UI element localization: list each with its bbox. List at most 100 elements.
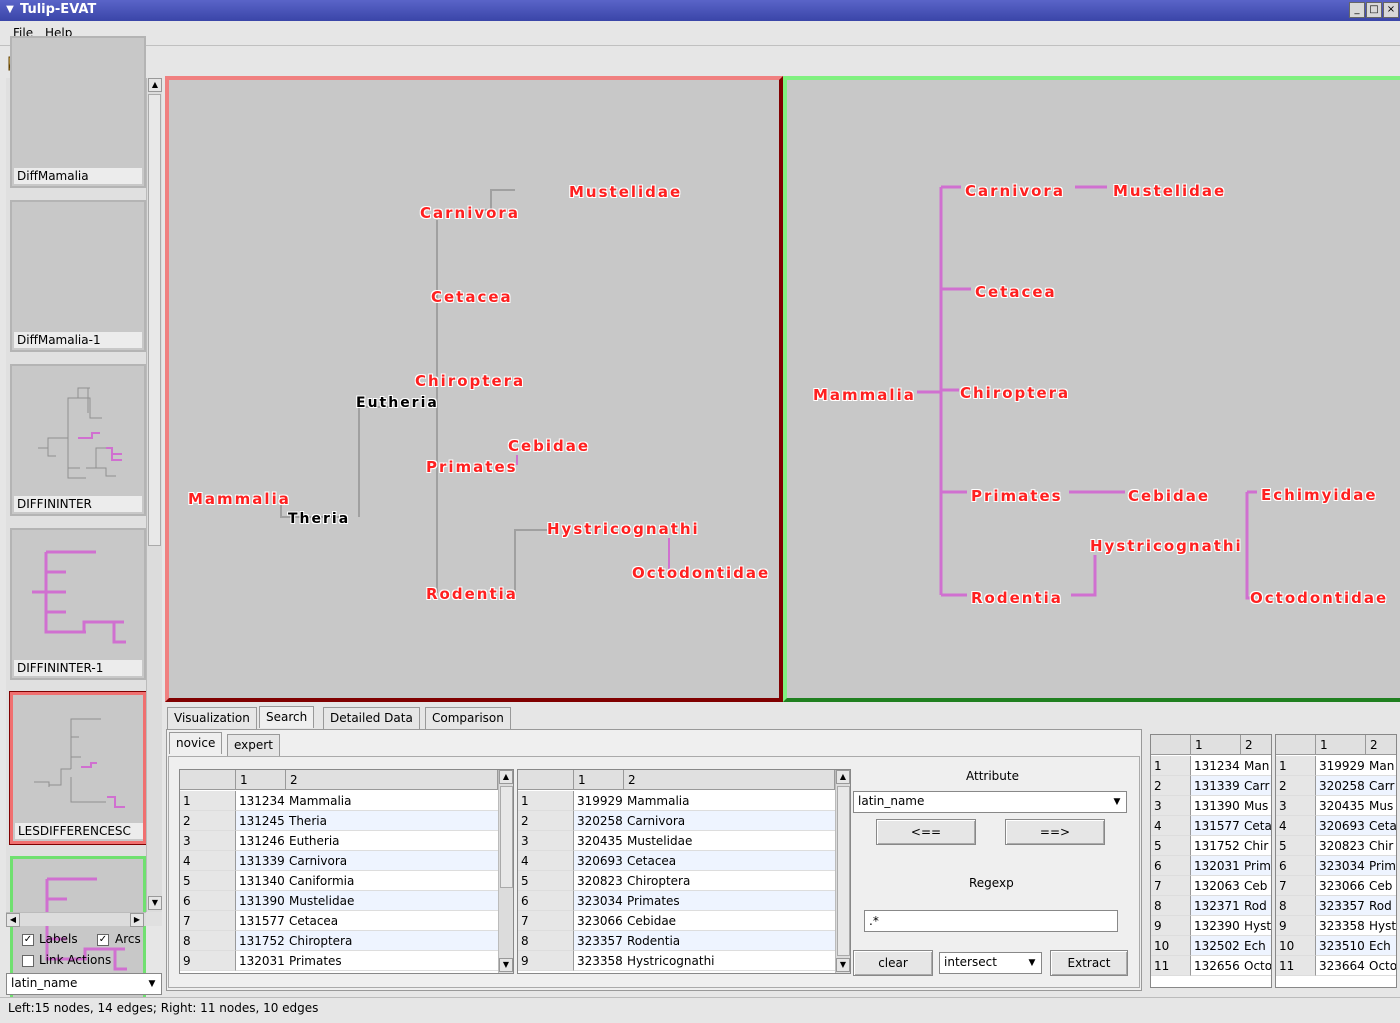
search-table-left[interactable]: 1 2 1 131234 Mammalia 2 131245 Theria 3 131246 E… bbox=[179, 769, 514, 974]
table-row[interactable]: 9 132390 Hyst bbox=[1151, 916, 1271, 936]
minimize-icon[interactable]: _ bbox=[1349, 2, 1365, 18]
column-header-2[interactable]: 2 bbox=[286, 770, 498, 790]
copy-right-button[interactable]: ==> bbox=[1005, 819, 1105, 845]
node-mustelidae[interactable]: Mustelidae bbox=[1113, 182, 1226, 200]
thumbnail-hscrollbar[interactable]: ◀ ▶ bbox=[6, 912, 146, 927]
table-row[interactable]: 9 323358 Hystricognathi bbox=[518, 951, 850, 971]
column-header-2[interactable]: 2 bbox=[1366, 735, 1396, 755]
tab-detailed-data[interactable]: Detailed Data bbox=[323, 707, 420, 729]
node-primates[interactable]: Primates bbox=[971, 487, 1063, 505]
arcs-checkbox[interactable]: ✓ bbox=[97, 934, 109, 946]
table-row[interactable]: 2 131245 Theria bbox=[180, 811, 513, 831]
close-icon[interactable]: × bbox=[1383, 2, 1399, 18]
table-row[interactable]: 1 131234 Mammalia bbox=[180, 791, 513, 811]
table-row[interactable]: 7 131577 Cetacea bbox=[180, 911, 513, 931]
table-row[interactable]: 7 132063 Ceb bbox=[1151, 876, 1271, 896]
column-header-1[interactable]: 1 bbox=[1191, 735, 1241, 755]
scroll-down-icon[interactable]: ▼ bbox=[836, 958, 850, 972]
table-row[interactable]: 3 131246 Eutheria bbox=[180, 831, 513, 851]
right-graph-view[interactable]: Carnivora Mustelidae Cetacea Mammalia Ch… bbox=[783, 76, 1400, 702]
labels-checkbox[interactable]: ✓ bbox=[22, 934, 34, 946]
node-chiroptera[interactable]: Chiroptera bbox=[415, 372, 525, 390]
copy-left-button[interactable]: <== bbox=[876, 819, 976, 845]
node-eutheria[interactable]: Eutheria bbox=[356, 395, 439, 411]
table-scrollbar[interactable]: ▲ ▼ bbox=[498, 770, 513, 973]
thumbnail-diffmamalia-1[interactable]: DiffMamalia-1 bbox=[10, 200, 146, 352]
node-mammalia[interactable]: Mammalia bbox=[813, 386, 916, 404]
node-cebidae[interactable]: Cebidae bbox=[508, 437, 590, 455]
table-row[interactable]: 6 323034 Primates bbox=[518, 891, 850, 911]
table-row[interactable]: 9 132031 Primates bbox=[180, 951, 513, 971]
window-menu-icon[interactable]: ▼ bbox=[3, 3, 17, 17]
table-row[interactable]: 4 131339 Carnivora bbox=[180, 851, 513, 871]
thumbnail-diffininter[interactable]: DIFFININTER bbox=[10, 364, 146, 516]
table-row[interactable]: 3 320435 Mustelidae bbox=[518, 831, 850, 851]
node-hystricognathi[interactable]: Hystricognathi bbox=[547, 520, 700, 538]
table-row[interactable]: 3 131390 Mus bbox=[1151, 796, 1271, 816]
table-row[interactable]: 11 323664 Octo bbox=[1276, 956, 1396, 976]
column-header-1[interactable]: 1 bbox=[236, 770, 286, 790]
table-row[interactable]: 5 320823 Chir bbox=[1276, 836, 1396, 856]
thumbnail-scrollbar[interactable]: ▲ ▼ bbox=[146, 78, 162, 912]
node-carnivora[interactable]: Carnivora bbox=[965, 182, 1065, 200]
table-row[interactable]: 5 131752 Chir bbox=[1151, 836, 1271, 856]
table-row[interactable]: 6 132031 Prim bbox=[1151, 856, 1271, 876]
thumbnail-diffmamalia[interactable]: DiffMamalia bbox=[10, 36, 146, 188]
tab-visualization[interactable]: Visualization bbox=[167, 707, 257, 729]
table-row[interactable]: 1 131234 Man bbox=[1151, 756, 1271, 776]
table-row[interactable]: 7 323066 Cebidae bbox=[518, 911, 850, 931]
scroll-right-icon[interactable]: ▶ bbox=[130, 913, 144, 927]
table-row[interactable]: 9 323358 Hyst bbox=[1276, 916, 1396, 936]
table-row[interactable]: 5 320823 Chiroptera bbox=[518, 871, 850, 891]
extract-button[interactable]: Extract bbox=[1050, 950, 1128, 976]
node-chiroptera[interactable]: Chiroptera bbox=[960, 384, 1070, 402]
node-octodontidae[interactable]: Octodontidae bbox=[632, 564, 770, 582]
table-scrollbar[interactable]: ▲ ▼ bbox=[835, 770, 850, 973]
tab-search[interactable]: Search bbox=[259, 706, 315, 728]
table-row[interactable]: 8 323357 Rod bbox=[1276, 896, 1396, 916]
scroll-thumb[interactable] bbox=[837, 786, 850, 956]
table-row[interactable]: 11 132656 Octo bbox=[1151, 956, 1271, 976]
node-hystricognathi[interactable]: Hystricognathi bbox=[1090, 537, 1243, 555]
table-row[interactable]: 2 320258 Carnivora bbox=[518, 811, 850, 831]
tab-comparison[interactable]: Comparison bbox=[425, 707, 511, 729]
node-mustelidae[interactable]: Mustelidae bbox=[569, 183, 682, 201]
table-row[interactable]: 2 320258 Carr bbox=[1276, 776, 1396, 796]
table-row[interactable]: 5 131340 Caniformia bbox=[180, 871, 513, 891]
node-octodontidae[interactable]: Octodontidae bbox=[1250, 589, 1388, 607]
scroll-thumb[interactable] bbox=[148, 94, 161, 546]
table-row[interactable]: 8 131752 Chiroptera bbox=[180, 931, 513, 951]
scroll-up-icon[interactable]: ▲ bbox=[836, 770, 850, 784]
scroll-left-icon[interactable]: ◀ bbox=[6, 913, 20, 927]
result-table-right[interactable]: 1 2 1 319929 Man 2 320258 Carr 3 320435 Mus 4 3206… bbox=[1275, 734, 1397, 988]
table-row[interactable]: 4 131577 Ceta bbox=[1151, 816, 1271, 836]
link-actions-checkbox[interactable] bbox=[22, 955, 34, 967]
table-row[interactable]: 10 132502 Ech bbox=[1151, 936, 1271, 956]
table-row[interactable]: 2 131339 Carr bbox=[1151, 776, 1271, 796]
table-row[interactable]: 4 320693 Ceta bbox=[1276, 816, 1396, 836]
maximize-icon[interactable]: □ bbox=[1366, 2, 1382, 18]
column-header-2[interactable]: 2 bbox=[1241, 735, 1271, 755]
table-row[interactable]: 6 131390 Mustelidae bbox=[180, 891, 513, 911]
table-row[interactable]: 7 323066 Ceb bbox=[1276, 876, 1396, 896]
node-cetacea[interactable]: Cetacea bbox=[975, 283, 1057, 301]
column-header-2[interactable]: 2 bbox=[624, 770, 835, 790]
table-row[interactable]: 8 132371 Rod bbox=[1151, 896, 1271, 916]
thumbnail-lesdifferences[interactable]: LESDIFFERENCESC bbox=[9, 691, 147, 845]
node-echimyidae[interactable]: Echimyidae bbox=[1261, 486, 1378, 504]
attribute-select[interactable]: latin_name ▼ bbox=[853, 791, 1127, 813]
node-rodentia[interactable]: Rodentia bbox=[426, 585, 518, 603]
table-row[interactable]: 3 320435 Mus bbox=[1276, 796, 1396, 816]
node-rodentia[interactable]: Rodentia bbox=[971, 589, 1063, 607]
column-header-1[interactable]: 1 bbox=[574, 770, 624, 790]
table-row[interactable]: 8 323357 Rodentia bbox=[518, 931, 850, 951]
node-cebidae[interactable]: Cebidae bbox=[1128, 487, 1210, 505]
subtab-expert[interactable]: expert bbox=[227, 734, 280, 756]
side-attribute-combo[interactable]: latin_name ▼ bbox=[6, 973, 162, 995]
scroll-up-icon[interactable]: ▲ bbox=[148, 78, 162, 92]
table-row[interactable]: 1 319929 Mammalia bbox=[518, 791, 850, 811]
column-header-1[interactable]: 1 bbox=[1316, 735, 1366, 755]
node-carnivora[interactable]: Carnivora bbox=[420, 204, 520, 222]
set-operation-select[interactable]: intersect ▼ bbox=[939, 952, 1042, 974]
node-primates[interactable]: Primates bbox=[426, 458, 518, 476]
